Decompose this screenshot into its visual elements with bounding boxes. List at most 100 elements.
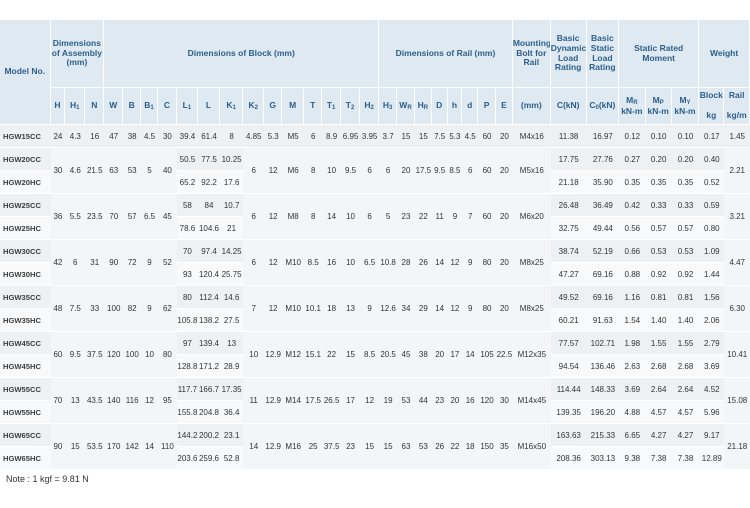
cell-h1: 9.5 xyxy=(65,332,86,378)
cell-l: 84 xyxy=(197,194,221,217)
cell-mr: 6.65 xyxy=(619,424,646,447)
cell-k1: 21 xyxy=(220,217,244,240)
cell-l1: 155.8 xyxy=(176,401,198,424)
cell-t2: 17 xyxy=(341,378,361,424)
cell-k1: 13 xyxy=(220,332,244,355)
cell-e: 20 xyxy=(495,240,513,286)
cell-k1: 27.5 xyxy=(220,309,244,332)
col-model-no: Model No. xyxy=(0,20,51,125)
cell-l: 61.4 xyxy=(197,125,221,148)
cell-mr: 0.35 xyxy=(619,171,646,194)
cell-p: 80 xyxy=(478,240,496,286)
spec-table-body: HGW15CC 24 4.3 16 47 38 4.5 30 39.4 61.4 8 4.85 5.3 M… xyxy=(0,125,750,470)
cell-mr: 0.12 xyxy=(619,125,646,148)
cell-d: 7.5 xyxy=(431,125,448,148)
cell-c_kn: 17.75 xyxy=(550,148,587,171)
cell-c0_kn: 27.76 xyxy=(586,148,620,171)
col-K2: K2 xyxy=(243,88,265,125)
cell-hr: 22 xyxy=(414,194,432,240)
cell-d: 26 xyxy=(431,424,448,470)
cell-n: 43.5 xyxy=(85,378,105,424)
cell-m: M8 xyxy=(282,194,305,240)
cell-b: 38 xyxy=(123,125,142,148)
cell-kg: 2.79 xyxy=(699,332,725,355)
cell-k1: 25.75 xyxy=(220,263,244,286)
model-cell: HGW65CC xyxy=(0,424,51,447)
cell-h3: 10.8 xyxy=(379,240,398,286)
cell-mr: 0.88 xyxy=(619,263,646,286)
table-row: HGW30CC 42 6 31 90 72 9 52 70 97.4 14.25 6 12 M10 8.5 1… xyxy=(0,240,750,286)
cell-h: 20 xyxy=(447,378,463,424)
cell-k1: 17.6 xyxy=(220,171,244,194)
cell-d: 7 xyxy=(462,194,479,240)
cell-wr: 34 xyxy=(397,286,415,332)
cell-mr: 1.54 xyxy=(619,309,646,332)
cell-n: 23.5 xyxy=(85,194,105,240)
cell-b1: 9 xyxy=(141,240,158,286)
col-group-assembly: Dimensions of Assembly (mm) xyxy=(50,20,105,88)
col-C0-kN: C0(kN) xyxy=(586,88,620,125)
model-cell: HGW45CC xyxy=(0,332,51,355)
cell-l: 204.8 xyxy=(197,401,221,424)
cell-t: 6 xyxy=(304,125,323,148)
cell-t1: 26.5 xyxy=(322,378,342,424)
cell-b: 142 xyxy=(123,424,142,470)
cell-l: 171.2 xyxy=(197,355,221,378)
col-MY: MY kN-m xyxy=(671,88,700,125)
col-B: B xyxy=(123,88,142,125)
cell-d: 14 xyxy=(431,286,448,332)
cell-t: 10.1 xyxy=(304,286,323,332)
model-cell: HGW20HC xyxy=(0,171,51,194)
cell-bolt: M16x50 xyxy=(512,424,551,470)
cell-mp: 1.55 xyxy=(645,332,672,355)
cell-w: 100 xyxy=(104,286,124,332)
cell-h: 17 xyxy=(447,332,463,378)
cell-b: 57 xyxy=(123,194,142,240)
cell-mr: 3.69 xyxy=(619,378,646,401)
col-T2: T2 xyxy=(341,88,361,125)
cell-n: 16 xyxy=(85,125,105,148)
cell-kgm: 15.08 xyxy=(724,378,750,424)
cell-k1: 8 xyxy=(220,125,244,148)
cell-mp: 7.38 xyxy=(645,447,672,470)
cell-k2: 4.85 xyxy=(243,125,265,148)
cell-kg: 1.56 xyxy=(699,286,725,309)
cell-h2: 12 xyxy=(360,378,380,424)
col-group-block: Dimensions of Block (mm) xyxy=(104,20,380,88)
cell-mr: 2.63 xyxy=(619,355,646,378)
cell-kg: 0.52 xyxy=(699,171,725,194)
cell-c_kn: 26.48 xyxy=(550,194,587,217)
cell-e: 20 xyxy=(495,148,513,194)
cell-e: 20 xyxy=(495,286,513,332)
cell-mr: 1.98 xyxy=(619,332,646,355)
col-group-rail: Dimensions of Rail (mm) xyxy=(379,20,513,88)
cell-c0_kn: 215.33 xyxy=(586,424,620,447)
cell-h2: 15 xyxy=(360,424,380,470)
cell-k2: 6 xyxy=(243,194,265,240)
cell-c0_kn: 91.63 xyxy=(586,309,620,332)
cell-wr: 15 xyxy=(397,125,415,148)
cell-c: 80 xyxy=(157,332,177,378)
cell-c: 30 xyxy=(157,125,177,148)
col-H3: H3 xyxy=(379,88,398,125)
cell-mr: 0.27 xyxy=(619,148,646,171)
cell-h: 12 xyxy=(447,240,463,286)
cell-t: 8 xyxy=(304,194,323,240)
cell-n: 37.5 xyxy=(85,332,105,378)
col-C: C xyxy=(157,88,177,125)
cell-bolt: M4x16 xyxy=(512,125,551,148)
cell-hr: 17.5 xyxy=(414,148,432,194)
cell-g: 12.9 xyxy=(264,424,283,470)
cell-h3: 6 xyxy=(379,148,398,194)
cell-c_kn: 11.38 xyxy=(550,125,587,148)
cell-kgm: 4.47 xyxy=(724,240,750,286)
col-bolt-unit: (mm) xyxy=(512,88,551,125)
cell-n: 31 xyxy=(85,240,105,286)
col-rail-kgm: Rail kg/m xyxy=(724,88,750,125)
cell-l1: 97 xyxy=(176,332,198,355)
cell-t2: 6.95 xyxy=(341,125,361,148)
cell-my: 2.68 xyxy=(671,355,700,378)
cell-l1: 39.4 xyxy=(176,125,198,148)
cell-l1: 117.7 xyxy=(176,378,198,401)
cell-e: 20 xyxy=(495,194,513,240)
